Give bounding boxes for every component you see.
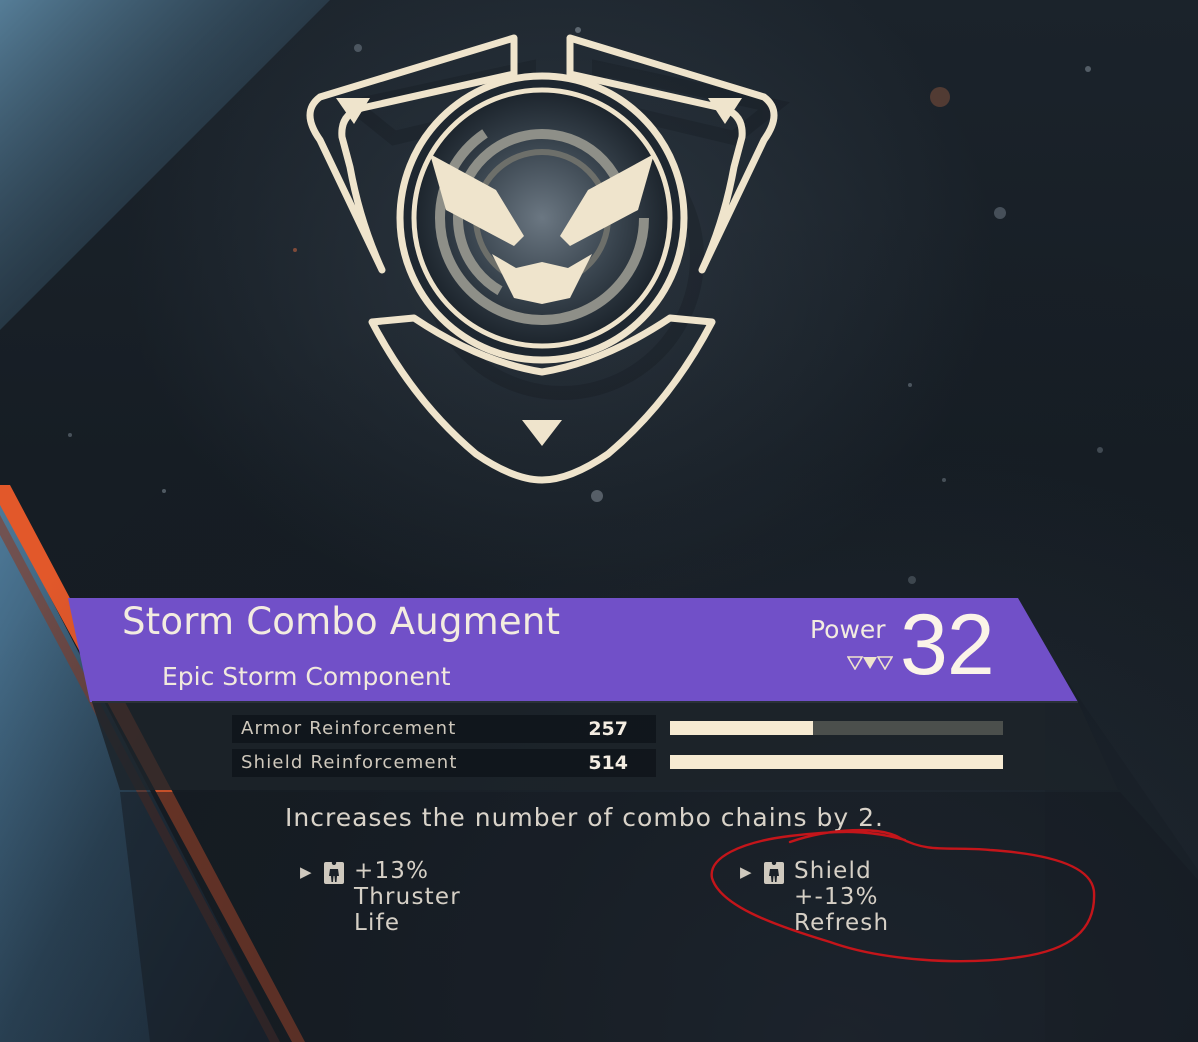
stat-value: 514 xyxy=(588,752,628,774)
stat-bar-fill xyxy=(670,755,1003,769)
power-value: 32 xyxy=(900,597,995,693)
stat-row-shield: Shield Reinforcement 514 xyxy=(232,749,1004,777)
stat-row-armor: Armor Reinforcement 257 xyxy=(232,715,1004,743)
stat-label-box: Armor Reinforcement 257 xyxy=(232,715,656,743)
item-name: Storm Combo Augment xyxy=(122,600,561,643)
stat-bar xyxy=(670,721,1003,735)
storm-augment-emblem-icon xyxy=(306,34,790,484)
perk-text: +13% Thruster Life xyxy=(354,858,461,936)
expand-arrow-icon[interactable]: ▶ xyxy=(300,863,312,881)
perk-text: Shield +-13% Refresh xyxy=(794,858,890,936)
stat-label: Armor Reinforcement xyxy=(241,718,457,739)
power-label: Power xyxy=(810,615,886,644)
expand-arrow-icon[interactable]: ▶ xyxy=(740,863,752,881)
stat-value: 257 xyxy=(588,718,628,740)
item-rarity-type: Epic Storm Component xyxy=(162,662,451,691)
stat-bar-fill xyxy=(670,721,814,735)
item-description: Increases the number of combo chains by … xyxy=(285,803,884,832)
power-tier-triangles-icon xyxy=(847,656,893,670)
item-detail-screen: Storm Combo Augment Epic Storm Component… xyxy=(0,0,1198,1042)
stat-bar xyxy=(670,755,1003,769)
stat-label: Shield Reinforcement xyxy=(241,752,458,773)
javelin-figure-icon xyxy=(764,860,784,884)
stat-label-box: Shield Reinforcement 514 xyxy=(232,749,656,777)
javelin-figure-icon xyxy=(324,860,344,884)
